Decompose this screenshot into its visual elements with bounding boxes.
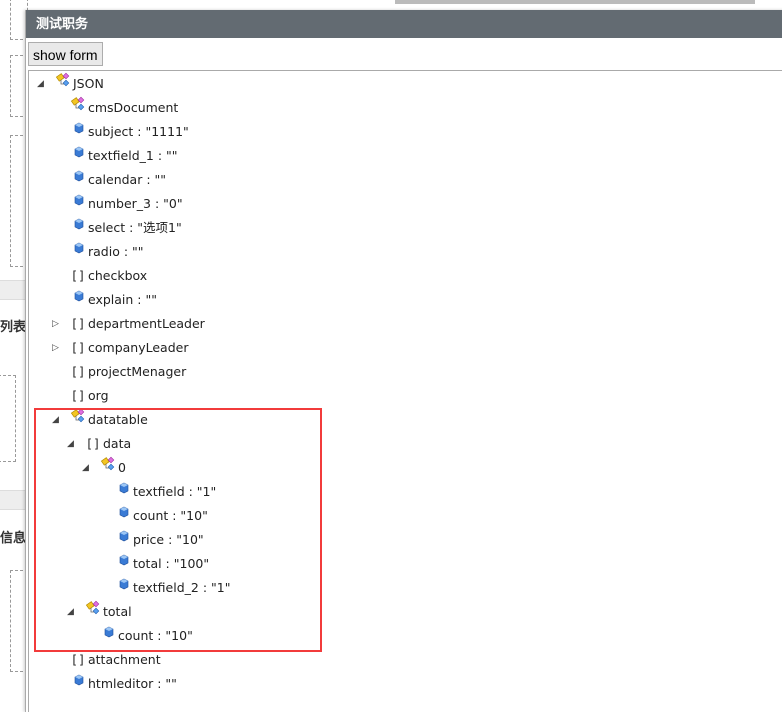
value-icon bbox=[70, 672, 88, 696]
object-icon bbox=[70, 96, 88, 120]
value-icon bbox=[70, 216, 88, 240]
background-label-info: 信息 bbox=[0, 531, 27, 546]
background-field bbox=[0, 375, 16, 462]
object-icon bbox=[55, 72, 73, 96]
tree-node[interactable]: number_3 : "0" bbox=[29, 192, 782, 216]
array-icon: [] bbox=[72, 269, 86, 283]
tree-node-label: radio : "" bbox=[88, 244, 144, 259]
tree-node-label: subject : "1111" bbox=[88, 124, 189, 139]
background-scrollbar bbox=[395, 0, 755, 4]
tree-node-label: select : "选项1" bbox=[88, 220, 182, 235]
collapsed-triangle-icon[interactable]: ▷ bbox=[52, 336, 62, 360]
show-form-button[interactable]: show form bbox=[28, 42, 103, 66]
tree-node[interactable]: calendar : "" bbox=[29, 168, 782, 192]
expanded-triangle-icon[interactable]: ◢ bbox=[37, 72, 47, 96]
tree-node[interactable]: [] org bbox=[29, 384, 782, 408]
tree-node[interactable]: ▷ [] companyLeader bbox=[29, 336, 782, 360]
value-icon bbox=[70, 288, 88, 312]
value-icon bbox=[70, 192, 88, 216]
array-icon: [] bbox=[72, 389, 86, 403]
tree-node[interactable]: textfield_1 : "" bbox=[29, 144, 782, 168]
array-icon: [] bbox=[72, 365, 86, 379]
tree-node[interactable]: [] projectMenager bbox=[29, 360, 782, 384]
tree-node[interactable]: radio : "" bbox=[29, 240, 782, 264]
value-icon bbox=[70, 144, 88, 168]
value-icon bbox=[70, 120, 88, 144]
tree-node[interactable]: htmleditor : "" bbox=[29, 672, 782, 696]
tree-node-label: number_3 : "0" bbox=[88, 196, 183, 211]
tree-node[interactable]: subject : "1111" bbox=[29, 120, 782, 144]
tree-node-label: org bbox=[88, 388, 109, 403]
value-icon bbox=[70, 240, 88, 264]
tree-node-label: textfield_1 : "" bbox=[88, 148, 178, 163]
tree-node-label: explain : "" bbox=[88, 292, 157, 307]
background-band bbox=[0, 490, 26, 510]
tree-node[interactable]: select : "选项1" bbox=[29, 216, 782, 240]
tree-node[interactable]: cmsDocument bbox=[29, 96, 782, 120]
tree-node-label: projectMenager bbox=[88, 364, 187, 379]
tree-node[interactable]: ▷ [] departmentLeader bbox=[29, 312, 782, 336]
tree-node-label: departmentLeader bbox=[88, 316, 205, 331]
value-icon bbox=[70, 168, 88, 192]
tree-node-label: calendar : "" bbox=[88, 172, 167, 187]
tree-node-label: companyLeader bbox=[88, 340, 189, 355]
array-icon: [] bbox=[72, 317, 86, 331]
tree-node-label: cmsDocument bbox=[88, 100, 179, 115]
highlight-box bbox=[34, 408, 322, 652]
collapsed-triangle-icon[interactable]: ▷ bbox=[52, 312, 62, 336]
background-band bbox=[0, 280, 26, 300]
tree-node-label: htmleditor : "" bbox=[88, 676, 177, 691]
tree-node[interactable]: explain : "" bbox=[29, 288, 782, 312]
dialog-title: 测试职务 bbox=[26, 10, 782, 38]
tree-node[interactable]: ◢ JSON bbox=[29, 72, 782, 96]
tree-node-label: JSON bbox=[73, 76, 104, 91]
array-icon: [] bbox=[72, 341, 86, 355]
background-label-list: 列表 bbox=[0, 320, 27, 335]
tree-node[interactable]: [] checkbox bbox=[29, 264, 782, 288]
tree-node-label: checkbox bbox=[88, 268, 148, 283]
